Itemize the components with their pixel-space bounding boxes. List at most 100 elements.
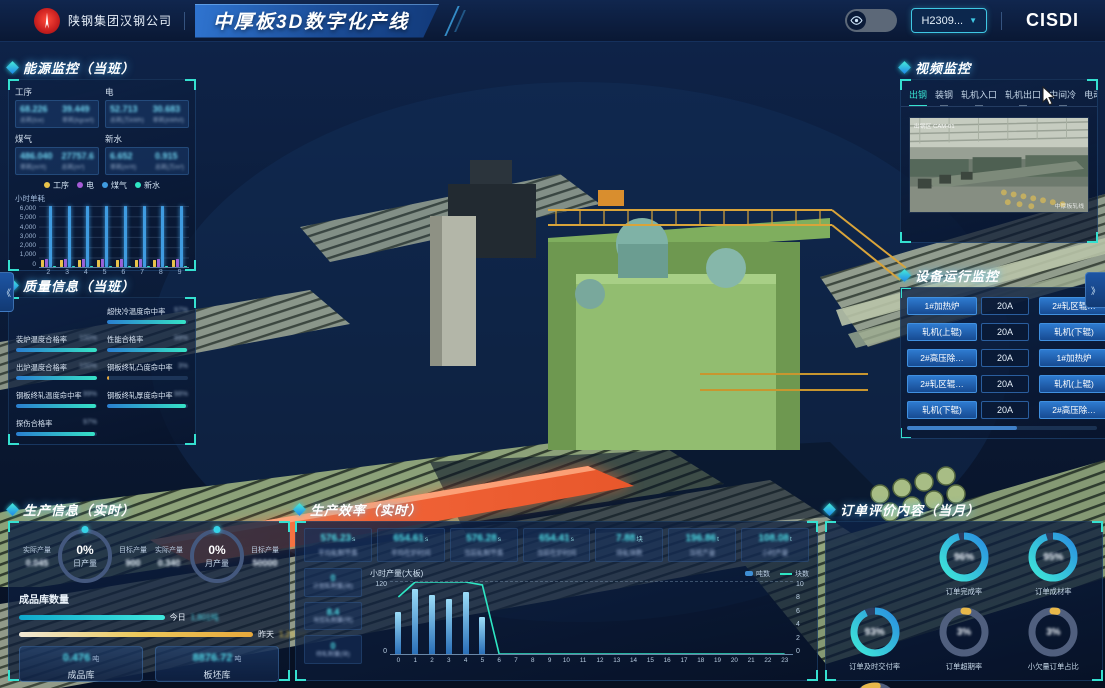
stock-bar-today: 今日1,801吨 [19, 612, 279, 623]
energy-chart-ylabel: 小时单耗 [15, 193, 189, 204]
header-divider [184, 12, 185, 30]
quality-panel-title: 质量信息（当班） [23, 276, 135, 295]
quality-item: 钢板终轧温度命中率99% [16, 391, 97, 408]
device-item: 轧机(下辊)20A [907, 401, 1031, 419]
energy-bar-group [135, 206, 150, 267]
energy-plot-area [39, 206, 189, 268]
kpi-tile: 654.41s当前在炉时间 [523, 528, 591, 562]
tab-intermediate-cooling[interactable]: 中间冷 [1049, 88, 1076, 106]
tab-charging[interactable]: 装钢 [935, 88, 953, 106]
device-item: 1#加热炉20A [1039, 349, 1105, 367]
energy-y-axis: 6,0005,0004,0003,0002,0001,0000 [15, 206, 39, 268]
energy-panel: 能源监控（当班） 工序 68.226总耗(tce) 39.449单耗(kgce/… [8, 58, 196, 271]
donut-order-yield: 95% 订单成材率 [1009, 530, 1098, 597]
diamond-icon [293, 503, 306, 516]
finished-stock-box: 0.476吨 成品库 [19, 646, 143, 682]
hour-chart-title: 小时产量(大板) [370, 568, 423, 579]
energy-bar-group [116, 206, 131, 267]
tab-mill-entry[interactable]: 轧机入口 [961, 88, 997, 106]
device-item: 1#加热炉20A [907, 297, 1031, 315]
donut-order-completion: 96% 订单完成率 [919, 530, 1008, 597]
tab-motor-roller[interactable]: 电动辊道 [1084, 88, 1097, 106]
camera-osd-label: 出钢区 CAM-01 [914, 122, 955, 130]
diamond-icon [6, 503, 19, 516]
device-panel-title: 设备运行监控 [915, 266, 999, 285]
kpi-tile: 108.08t小时产量 [741, 528, 809, 562]
orders-panel-title: 订单评价内容（当月） [840, 500, 980, 519]
legend-item: 新水 [135, 180, 160, 191]
scrollbar-thumb[interactable] [907, 426, 1017, 430]
slab-stock-box: 8876.72吨 板坯库 [155, 646, 279, 682]
daily-output-gauge: 实际产量0.045 0%日产量 目标产量900 [19, 529, 151, 583]
energy-bar-group [41, 206, 56, 267]
side-tile: 0计划轧制量(块) [304, 568, 362, 597]
energy-group-water: 新水 6.652单耗(m³/t) 0.915总耗(万m³) [105, 132, 189, 175]
kpi-tile: 654.61s平均在炉时间 [377, 528, 445, 562]
energy-group-process: 工序 68.226总耗(tce) 39.449单耗(kgce/t) [15, 85, 99, 128]
energy-panel-title: 能源监控（当班） [23, 58, 135, 77]
device-item: 轧机(上辊)20A [1039, 375, 1105, 393]
daily-ring: 0%日产量 [58, 529, 112, 583]
hour-x-axis: 01234567891011121314151617181920212223 [390, 657, 793, 664]
decor-slash [445, 6, 460, 36]
energy-group-electric: 电 52.713总耗(万kWh) 30.683单耗(kWh/t) [105, 85, 189, 128]
video-feed[interactable]: 出钢区 CAM-01 中厚板轧线 [909, 117, 1089, 213]
kpi-tile: 7.88块待轧块数 [595, 528, 663, 562]
diamond-icon [898, 269, 911, 282]
quality-item: 超快冷温度命中率97% [107, 307, 188, 324]
video-feed-image: 出钢区 CAM-01 中厚板轧线 [910, 118, 1088, 212]
energy-bar-group [172, 206, 187, 267]
hourly-output-chart: 小时产量(大板) 吨数 块数 1200 1086420 [370, 568, 809, 664]
monthly-ring: 0%月产量 [190, 529, 244, 583]
device-scrollbar[interactable] [907, 426, 1097, 430]
hour-plot-area [390, 581, 793, 655]
energy-bar-group [60, 206, 75, 267]
tab-tapping[interactable]: 出钢 [909, 88, 927, 106]
kpi-tile: 576.23s平均轧制节奏 [304, 528, 372, 562]
energy-bar-group [97, 206, 112, 267]
energy-chart-legend: 工序 电 煤气 新水 [15, 180, 189, 191]
donut-overdue-rate: 3% 订单超期率 [919, 605, 1008, 672]
diamond-icon [6, 61, 19, 74]
legend-item: 电 [77, 180, 94, 191]
visibility-toggle[interactable] [845, 9, 897, 32]
video-panel-title: 视频监控 [915, 58, 971, 77]
quality-item: 探伤合格率97% [16, 419, 97, 436]
monthly-output-gauge: 实际产量0.340 0%月产量 目标产量50000 [151, 529, 283, 583]
eye-icon [847, 11, 866, 30]
video-tabs: 出钢 装钢 轧机入口 轧机出口 中间冷 电动辊道 [901, 80, 1097, 107]
device-monitor-panel: 设备运行监控 1#加热炉20A 2#轧区辊…20A 轧机(上辊)20A 轧机(下… [900, 266, 1105, 439]
kpi-tile: 196.86t当班产量 [668, 528, 736, 562]
hour-chart-legend: 吨数 块数 [745, 568, 809, 579]
camera-watermark: 中厚板轧线 [1055, 202, 1084, 210]
efficiency-side-tiles: 0计划轧制量(块) 8.4当班轧制量(块) 0待轧制量(块) [304, 568, 362, 664]
left-panel-collapse-handle[interactable]: 《 [0, 272, 14, 312]
chevron-down-icon: ▼ [969, 16, 977, 25]
quality-panel: 质量信息（当班） 超快冷温度命中率97% 装炉温度合格率100% 性能合格率99… [8, 276, 196, 445]
app-title: 中厚板3D数字化产线 [213, 7, 409, 34]
energy-bar-group [78, 206, 93, 267]
legend-item: 煤气 [102, 180, 127, 191]
side-tile: 8.4当班轧制量(块) [304, 602, 362, 631]
production-panel: 生产信息（实时） 实际产量0.045 0%日产量 目标产量900 实际产量0.3… [8, 500, 290, 681]
efficiency-panel-title: 生产效率（实时） [310, 500, 422, 519]
cisdi-logo: CISDI [1026, 10, 1079, 31]
energy-bar-chart: 6,0005,0004,0003,0002,0001,0000 [15, 206, 189, 268]
tab-mill-exit[interactable]: 轧机出口 [1005, 88, 1041, 106]
app-header: 陕钢集团汉钢公司 中厚板3D数字化产线 H2309... ▼ CISDI [0, 0, 1105, 42]
side-tile: 0待轧制量(块) [304, 635, 362, 664]
orders-panel: 订单评价内容（当月） 96% 订单完成率 95% 订单成材率 93% 订单及时交… [825, 500, 1103, 681]
diamond-icon [898, 61, 911, 74]
device-item: 2#高压除…20A [907, 349, 1031, 367]
camera-select-dropdown[interactable]: H2309... ▼ [911, 8, 987, 33]
stock-bar-yesterday: 昨天1,293吨 [19, 629, 279, 640]
donut-shortage-rate: 10% 欠量订单占比 [830, 680, 919, 688]
legend-item: 工序 [44, 180, 69, 191]
kpi-tile: 576.28s当前轧制节奏 [450, 528, 518, 562]
right-panel-collapse-handle[interactable]: 》 [1085, 272, 1105, 308]
hour-right-axis: 1086420 [793, 581, 809, 655]
device-item: 2#高压除…20A [1039, 401, 1105, 419]
stock-label: 成品库数量 [19, 591, 279, 606]
quality-item: 出炉温度合格率100% [16, 363, 97, 380]
device-item: 轧机(下辊)20A [1039, 323, 1105, 341]
